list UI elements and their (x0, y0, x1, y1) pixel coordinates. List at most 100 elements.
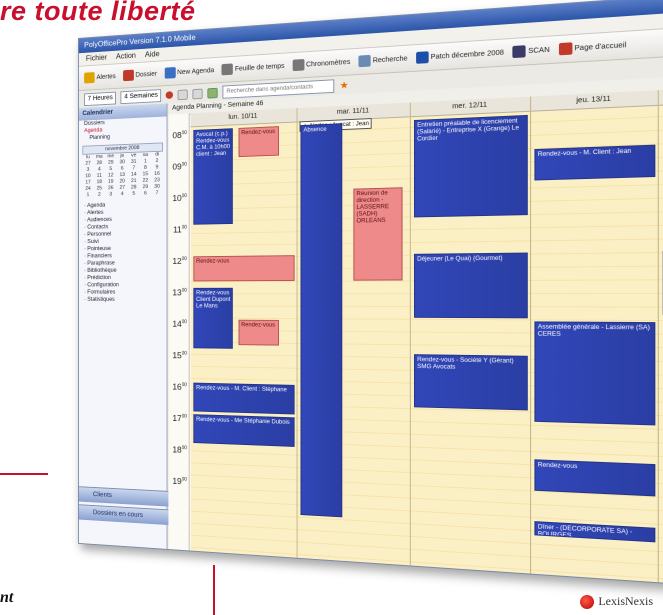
hour-minutes: 00 (181, 476, 187, 483)
agenda-grid: 0800 0900 1000 1100 1200 1300 1400 1500 1600 1700… (168, 82, 663, 592)
toolbar-button-label: Patch décembre 2008 (430, 49, 504, 61)
agenda-event[interactable]: Entretien préalable de licenciement (Sal… (414, 114, 528, 218)
hour-row: 1100 (168, 225, 188, 235)
agenda-event[interactable]: Assemblée générale - Lassierre (SA) CERE… (534, 321, 656, 426)
caption-fragment: nt (0, 589, 14, 606)
agenda-event[interactable]: Déjeuner (Le Quai) (Gourmet) (414, 252, 528, 318)
hour-minutes: 00 (181, 256, 187, 262)
brand-logo-icon (580, 594, 595, 609)
sidebar: Calendrier Dossiers Agenda Planning nove… (78, 103, 182, 549)
toolbar-button-label: Page d'accueil (574, 41, 627, 52)
mini-calendar-day[interactable]: 5 (128, 191, 140, 198)
agenda-event[interactable]: Rendez-vous (238, 319, 280, 346)
list-icon[interactable] (192, 88, 204, 99)
hour-minutes: 00 (181, 382, 187, 389)
agenda-event[interactable]: Rendez-vous - Société Y (Gérant) SMG Avo… (414, 354, 528, 411)
hour-minutes: 00 (181, 445, 187, 452)
toolbar-button-7[interactable]: SCAN (512, 44, 550, 59)
clock-icon (221, 63, 234, 76)
menu-fichier[interactable]: Fichier (86, 51, 107, 65)
toolbar-button-label: Dossier (135, 70, 158, 79)
agenda-event[interactable]: Dîner - (DECORPORATE SA) - BOURGES (534, 521, 656, 543)
hour-row: 0900 (168, 162, 188, 172)
calendar-view-icon[interactable] (207, 87, 219, 99)
toolbar-button-label: Alertes (96, 73, 116, 81)
app-window: PolyOfficePro Version 7.1.0 Mobile – □ ×… (78, 0, 663, 595)
mini-calendar-day[interactable]: 3 (105, 192, 116, 199)
hour-row: 1600 (168, 382, 188, 392)
hour-minutes: 00 (181, 287, 187, 294)
agenda-event[interactable]: Rendez-vous - M. Client : Stéphane (193, 382, 295, 415)
mini-calendar-day[interactable]: 1 (82, 192, 93, 199)
module-item[interactable]: · Statistiques (79, 296, 167, 303)
hour-minutes: 00 (181, 130, 187, 137)
hour-minutes: 00 (181, 350, 187, 357)
toolbar-button-8[interactable]: Page d'accueil (558, 39, 627, 56)
toolbar-button-5[interactable]: Recherche (358, 53, 408, 68)
mini-calendar-day[interactable]: 7 (151, 190, 163, 197)
hour-minutes: 00 (181, 413, 187, 420)
agenda-event[interactable]: Rendez-vous (193, 255, 295, 282)
mini-calendar-week: 1234567 (82, 190, 163, 199)
star-icon[interactable]: ★ (340, 80, 349, 91)
agenda-event[interactable]: Avocat (c.p.) Rendez-vous C.M. à 10h00 c… (193, 128, 234, 225)
hour-minutes: 00 (181, 161, 187, 168)
toolbar-button-label: SCAN (528, 46, 550, 55)
agenda-event[interactable]: Rendez-vous (534, 459, 656, 497)
hour-row: 1300 (168, 288, 188, 297)
hour-minutes: 00 (181, 193, 187, 200)
home-icon (558, 42, 573, 56)
toolbar-button-label: Feuille de temps (234, 62, 285, 73)
hour-row: 1700 (168, 413, 188, 424)
day-column[interactable]: mer. 12/11 Entretien préalable de licenci… (410, 96, 532, 574)
toolbar-button-1[interactable]: Dossier (122, 68, 158, 82)
period-select[interactable]: 7 Heures (84, 91, 117, 107)
toolbar-button-0[interactable]: Alertes (84, 71, 116, 84)
day-column[interactable]: lun. 10/11 Avocat (c.p.) Rendez-vous C.M.… (190, 108, 298, 558)
record-icon[interactable] (166, 91, 174, 99)
hour-row: 0800 (168, 130, 188, 140)
day-column[interactable]: ven. 14/11Déjeuner (Le grand hôtel) (658, 83, 663, 592)
hour-row: 1400 (168, 319, 188, 328)
info-icon (415, 51, 429, 64)
hour-minutes: 00 (181, 319, 187, 325)
toolbar-button-6[interactable]: Patch décembre 2008 (415, 47, 504, 64)
agenda-event[interactable]: Absence (300, 123, 343, 518)
agenda-event[interactable]: Réunion de direction - LASSERRE (SADH) O… (353, 187, 403, 281)
module-item[interactable]: · Formulaires (79, 289, 167, 296)
agenda-event[interactable]: Rendez-vous - M. Client : Jean (534, 144, 656, 181)
calendar-icon (164, 67, 176, 79)
brand-name: LexisNexis (598, 594, 653, 608)
print-icon[interactable] (177, 88, 189, 100)
agenda-event[interactable]: Rendez-vous Client Dupont Le Mans (193, 287, 234, 349)
red-rule-horizontal (0, 473, 48, 475)
mini-calendar-day[interactable]: 6 (140, 191, 152, 198)
menu-action[interactable]: Action (116, 49, 136, 63)
toolbar-button-label: Chronomètres (306, 58, 351, 68)
agenda-event[interactable]: Rendez-vous (238, 126, 280, 157)
toolbar-button-4[interactable]: Chronomètres (292, 56, 351, 72)
hour-row: 1500 (168, 351, 188, 361)
menu-aide[interactable]: Aide (145, 48, 160, 62)
agenda-panel: Agenda Planning - Semaine 46 0800 0900 100… (168, 69, 663, 593)
zoom-select[interactable]: 4 Semaines (120, 89, 162, 105)
mini-calendar-weeks: 27 28 29 30 31 1 2 3 4 5 6 7 8 9 10 11 12 13 14 15 16 17 18 19 2… (82, 158, 163, 199)
mini-calendar-day[interactable]: 4 (116, 191, 128, 198)
toolbar-button-2[interactable]: New Agenda (164, 65, 214, 79)
day-column[interactable]: mar. 11/11⚠ Alertes : Avocat : JeanAbsen… (297, 102, 411, 566)
screenshot-frame: PolyOfficePro Version 7.1.0 Mobile – □ ×… (0, 0, 663, 615)
folder-icon (122, 69, 134, 82)
current-files-button[interactable]: Dossiers en cours (78, 504, 182, 526)
mini-calendar-day[interactable]: 2 (94, 192, 105, 199)
search-icon (358, 54, 371, 68)
scan-icon (512, 45, 526, 59)
day-column[interactable]: jeu. 13/11 Rendez-vous - M. Client : Jean… (531, 90, 659, 583)
hour-minutes: 00 (181, 224, 187, 231)
red-rule-vertical (213, 565, 215, 615)
hour-column: 0800 0900 1000 1100 1200 1300 1400 1500 1600 1700… (168, 113, 190, 551)
toolbar-button-3[interactable]: Feuille de temps (221, 60, 285, 76)
agenda-event[interactable]: Rendez-vous - Me Stéphanie Dubois (193, 414, 295, 447)
brand-logo: LexisNexis (580, 594, 653, 609)
toolbar-button-label: New Agenda (177, 66, 215, 76)
bell-icon (84, 72, 95, 84)
